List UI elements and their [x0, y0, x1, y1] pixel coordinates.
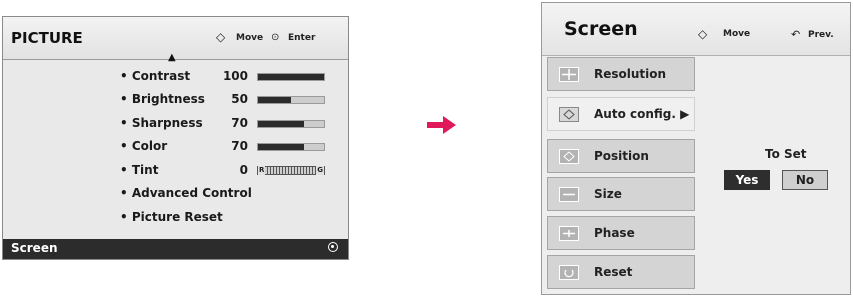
menu-item-sharpness[interactable]: • Sharpness — [120, 116, 203, 130]
screen-item-phase[interactable]: Phase — [547, 216, 695, 250]
tint-green-label: G — [316, 166, 324, 175]
no-button[interactable]: No — [782, 170, 828, 190]
screen-menu: Screen ◇ Move ↶ Prev. Resolution Auto co… — [541, 2, 851, 295]
screen-item-label: Resolution — [594, 67, 667, 81]
resolution-icon — [559, 67, 579, 82]
contrast-slider[interactable] — [257, 73, 325, 81]
enter-hint-label: Enter — [288, 33, 316, 43]
sharpness-slider[interactable] — [257, 120, 325, 128]
transition-arrow-icon — [427, 116, 456, 134]
tint-slider[interactable]: R G — [257, 166, 325, 175]
position-icon — [559, 149, 579, 164]
screen-item-size[interactable]: Size — [547, 177, 695, 211]
screen-item-label: Phase — [594, 226, 635, 240]
menu-item-screen[interactable]: Screen — [3, 239, 348, 259]
screen-item-position[interactable]: Position — [547, 139, 695, 173]
move-icon: ◇ — [216, 30, 226, 44]
move-hint-label: Move — [723, 29, 751, 39]
move-icon: ◇ — [698, 27, 708, 41]
brightness-value: 50 — [231, 92, 248, 106]
size-icon — [559, 187, 579, 202]
sharpness-value: 70 — [231, 116, 248, 130]
picture-menu-title: PICTURE — [11, 29, 83, 47]
scroll-up-icon[interactable]: ▲ — [168, 52, 176, 63]
return-icon: ↶ — [791, 28, 801, 41]
color-slider-fill — [258, 144, 305, 150]
phase-icon — [559, 226, 579, 241]
screen-item-label: Auto config. ▶ — [594, 107, 690, 121]
screen-item-label: Size — [594, 187, 622, 201]
color-value: 70 — [231, 139, 248, 153]
menu-item-color[interactable]: • Color — [120, 139, 167, 153]
screen-menu-title: Screen — [564, 18, 638, 40]
sharpness-slider-fill — [258, 121, 305, 127]
yes-button[interactable]: Yes — [724, 170, 770, 190]
screen-item-label: Reset — [594, 265, 633, 279]
tint-value: 0 — [239, 163, 248, 177]
menu-item-tint[interactable]: • Tint — [120, 163, 158, 177]
enter-icon — [328, 242, 338, 252]
color-slider[interactable] — [257, 143, 325, 151]
menu-item-contrast[interactable]: • Contrast — [120, 69, 190, 83]
screen-item-label: Position — [594, 149, 649, 163]
contrast-slider-fill — [258, 74, 324, 80]
screen-menu-header: Screen ◇ Move ↶ Prev. — [542, 3, 850, 56]
screen-item-auto-config[interactable]: Auto config. ▶ — [547, 97, 695, 131]
menu-item-screen-label: Screen — [11, 241, 58, 255]
reset-icon — [559, 265, 579, 280]
contrast-value: 100 — [222, 69, 248, 83]
move-hint-label: Move — [236, 33, 264, 43]
brightness-slider[interactable] — [257, 96, 325, 104]
auto-config-icon — [559, 107, 579, 122]
brightness-slider-fill — [258, 97, 291, 103]
prev-hint-label: Prev. — [808, 30, 834, 40]
menu-item-advanced-control[interactable]: • Advanced Control — [120, 186, 252, 200]
tint-red-label: R — [258, 166, 266, 175]
picture-menu: PICTURE ◇ Move ⊙ Enter ▲ • Contrast 100 … — [2, 16, 349, 260]
screen-item-reset[interactable]: Reset — [547, 255, 695, 289]
confirm-prompt: To Set — [765, 147, 807, 161]
menu-item-brightness[interactable]: • Brightness — [120, 92, 205, 106]
enter-icon: ⊙ — [271, 32, 280, 43]
screen-item-resolution[interactable]: Resolution — [547, 57, 695, 91]
menu-item-picture-reset[interactable]: • Picture Reset — [120, 210, 223, 224]
